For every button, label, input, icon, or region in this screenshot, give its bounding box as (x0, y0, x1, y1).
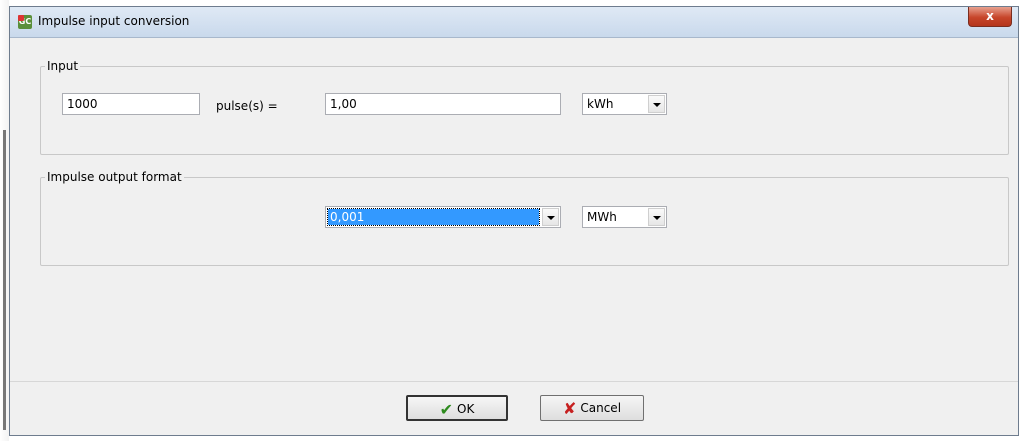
dialog-window: GC Impulse input conversion x Input 1000… (9, 6, 1019, 436)
output-format-value: 0,001 (327, 208, 540, 226)
cancel-button[interactable]: ✘ Cancel (540, 395, 644, 421)
window-title: Impulse input conversion (38, 14, 190, 28)
cross-icon: ✘ (562, 398, 577, 418)
input-group-legend: Input (47, 59, 79, 73)
check-icon: ✔ (439, 399, 454, 419)
ok-button[interactable]: ✔ OK (406, 395, 508, 421)
output-unit-value: MWh (587, 210, 617, 224)
chevron-down-icon[interactable] (542, 208, 559, 226)
app-icon: GC (18, 15, 32, 29)
title-bar[interactable]: GC Impulse input conversion x (10, 7, 1018, 38)
input-unit-dropdown[interactable]: kWh (582, 93, 667, 115)
chevron-down-icon[interactable] (648, 208, 665, 226)
footer-separator (10, 381, 1018, 382)
input-unit-value: kWh (587, 97, 614, 111)
close-icon: x (986, 9, 994, 23)
background-edge (0, 0, 9, 441)
output-format-dropdown[interactable]: 0,001 (325, 206, 561, 228)
pulse-label: pulse(s) = (216, 99, 278, 113)
output-unit-dropdown[interactable]: MWh (582, 206, 667, 228)
close-button[interactable]: x (968, 7, 1012, 27)
amount-input[interactable]: 1,00 (325, 93, 561, 115)
output-group-legend: Impulse output format (47, 170, 182, 184)
pulses-input[interactable]: 1000 (62, 93, 200, 115)
chevron-down-icon[interactable] (648, 95, 665, 113)
